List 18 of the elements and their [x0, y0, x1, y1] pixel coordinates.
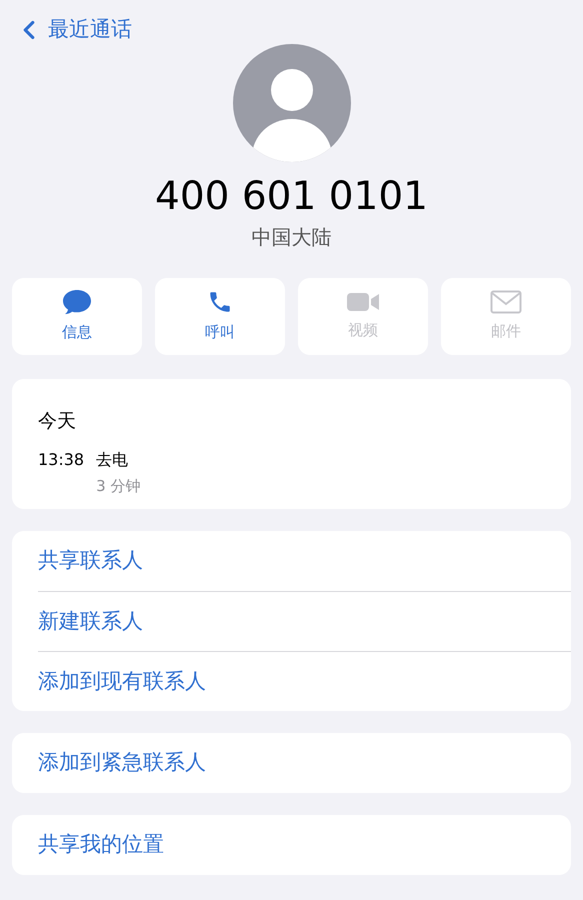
back-button[interactable]: 最近通话: [14, 14, 132, 46]
option-link[interactable]: 新建联系人: [38, 591, 571, 651]
action-button[interactable]: 信息: [12, 278, 142, 355]
video-camera-icon: [346, 291, 380, 314]
call-time: 13:38: [38, 448, 84, 470]
envelope-icon: [490, 290, 522, 314]
call-type: 去电: [96, 448, 130, 470]
call-duration: 3 分钟: [96, 476, 140, 496]
phone-number: 400 601 0101: [155, 174, 428, 220]
option-link[interactable]: 添加到紧急联系人: [38, 733, 571, 793]
date-heading: 今天: [38, 409, 77, 434]
speech-bubble-icon: [62, 289, 92, 316]
option-link[interactable]: 添加到现有联系人: [38, 651, 571, 711]
option-link[interactable]: 共享我的位置: [38, 815, 571, 875]
option-link[interactable]: 共享联系人: [38, 531, 571, 591]
region-label: 中国大陆: [252, 224, 332, 251]
avatar-icon: [232, 44, 350, 162]
action-button[interactable]: 呼叫: [155, 278, 285, 355]
